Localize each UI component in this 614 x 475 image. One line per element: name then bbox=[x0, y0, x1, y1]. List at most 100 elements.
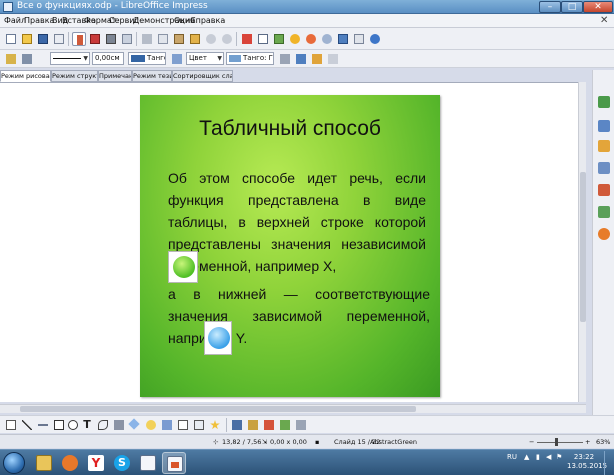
extrusion-icon[interactable] bbox=[294, 418, 308, 432]
export-pdf-icon[interactable] bbox=[88, 32, 102, 46]
zoom-slider-knob[interactable] bbox=[555, 438, 558, 446]
select-icon[interactable] bbox=[4, 418, 18, 432]
paste-icon[interactable] bbox=[172, 32, 186, 46]
menu-help[interactable]: Справка bbox=[190, 16, 225, 25]
new-document-icon[interactable] bbox=[4, 32, 18, 46]
zoom-icon[interactable] bbox=[320, 32, 334, 46]
clone-formatting-icon[interactable] bbox=[188, 32, 202, 46]
line-properties-icon[interactable] bbox=[4, 52, 18, 66]
show-desktop-button[interactable] bbox=[604, 451, 614, 475]
language-indicator[interactable]: RU bbox=[507, 453, 517, 461]
skype-taskbar-icon[interactable]: S bbox=[110, 452, 134, 474]
line-style-select[interactable]: ▼ bbox=[50, 52, 90, 65]
menu-file[interactable]: Файл bbox=[4, 16, 26, 25]
menu-edit[interactable]: Правка bbox=[24, 16, 54, 25]
edit-mode-icon[interactable] bbox=[72, 32, 86, 46]
help-icon[interactable] bbox=[368, 32, 382, 46]
flowchart-icon[interactable] bbox=[176, 418, 190, 432]
yandex-browser-taskbar-icon[interactable]: Y bbox=[84, 452, 108, 474]
spellcheck-icon[interactable] bbox=[120, 32, 134, 46]
basic-shapes-icon[interactable] bbox=[128, 418, 142, 432]
area-style-select[interactable]: Цвет ▼ bbox=[186, 52, 224, 65]
symbol-shapes-icon[interactable] bbox=[144, 418, 158, 432]
from-file-icon[interactable] bbox=[278, 418, 292, 432]
flag-icon[interactable]: ⚑ bbox=[556, 453, 562, 461]
arrow-style-icon[interactable] bbox=[20, 52, 34, 66]
redo-icon[interactable] bbox=[220, 32, 234, 46]
horizontal-scroll-thumb[interactable] bbox=[20, 406, 416, 412]
system-clock[interactable]: 23:22 13.05.2015 bbox=[567, 453, 607, 471]
green-emoticon-image[interactable] bbox=[168, 251, 198, 283]
copy-icon[interactable] bbox=[156, 32, 170, 46]
start-button[interactable] bbox=[3, 452, 25, 474]
image-icon[interactable] bbox=[272, 32, 286, 46]
volume-icon[interactable]: ◀ bbox=[546, 453, 551, 461]
block-arrows-icon[interactable] bbox=[160, 418, 174, 432]
minimize-button[interactable]: – bbox=[539, 1, 561, 13]
points-icon[interactable] bbox=[230, 418, 244, 432]
curve-icon[interactable] bbox=[96, 418, 110, 432]
media-player-taskbar-icon[interactable] bbox=[58, 452, 82, 474]
ellipse-icon[interactable] bbox=[66, 418, 80, 432]
cut-icon[interactable] bbox=[140, 32, 154, 46]
align-icon[interactable] bbox=[294, 52, 308, 66]
master-slides-icon[interactable] bbox=[598, 120, 610, 132]
rectangle-icon[interactable] bbox=[52, 418, 66, 432]
impress-taskbar-icon[interactable] bbox=[162, 452, 186, 474]
blue-emoticon-image[interactable] bbox=[204, 321, 232, 355]
navigator-sidebar-icon[interactable] bbox=[598, 228, 610, 240]
chart-icon[interactable] bbox=[240, 32, 254, 46]
fontwork-icon[interactable] bbox=[262, 418, 276, 432]
explorer-taskbar-icon[interactable] bbox=[32, 452, 56, 474]
save-icon[interactable] bbox=[36, 32, 50, 46]
line-tool-icon[interactable] bbox=[20, 418, 34, 432]
slide-paragraph-1[interactable]: Об этом способе идет речь, если функция … bbox=[168, 167, 426, 277]
line-width-field[interactable]: 0,00см bbox=[92, 52, 124, 65]
zoom-level[interactable]: 63% bbox=[596, 438, 610, 446]
callouts-icon[interactable] bbox=[192, 418, 206, 432]
tab-notes[interactable]: Примечания bbox=[98, 70, 132, 82]
properties-icon[interactable] bbox=[598, 96, 610, 108]
maximize-button[interactable]: □ bbox=[561, 1, 583, 13]
tab-normal[interactable]: Режим рисования bbox=[0, 70, 51, 82]
close-document-icon[interactable]: ✕ bbox=[600, 15, 608, 26]
custom-animation-icon[interactable] bbox=[598, 140, 610, 152]
area-icon[interactable] bbox=[170, 52, 184, 66]
styles-icon[interactable] bbox=[598, 184, 610, 196]
tab-handout[interactable]: Режим тезисов bbox=[132, 70, 172, 82]
tab-outline[interactable]: Режим структуры bbox=[51, 70, 98, 82]
glue-points-icon[interactable] bbox=[246, 418, 260, 432]
email-icon[interactable] bbox=[52, 32, 66, 46]
vertical-scroll-thumb[interactable] bbox=[580, 172, 586, 322]
open-icon[interactable] bbox=[20, 32, 34, 46]
tray-expand-icon[interactable]: ▲ bbox=[524, 453, 529, 461]
line-color-select[interactable]: Тангол bbox=[128, 52, 166, 65]
tab-slide-sorter[interactable]: Сортировщик слайдов bbox=[172, 70, 233, 82]
stars-icon[interactable] bbox=[208, 418, 222, 432]
area-color-select[interactable]: Танго: Гол bbox=[226, 52, 274, 65]
vertical-scrollbar[interactable] bbox=[578, 82, 586, 402]
network-icon[interactable]: ▮ bbox=[536, 453, 540, 461]
document-taskbar-icon[interactable] bbox=[136, 452, 160, 474]
slide-canvas[interactable]: Табличный способ Об этом способе идет ре… bbox=[140, 95, 440, 397]
layout-icon[interactable] bbox=[352, 32, 366, 46]
navigator-icon[interactable] bbox=[288, 32, 302, 46]
horizontal-scrollbar[interactable] bbox=[0, 404, 586, 413]
position-icon[interactable] bbox=[326, 52, 340, 66]
zoom-out-icon[interactable]: − bbox=[529, 438, 534, 446]
print-icon[interactable] bbox=[104, 32, 118, 46]
zoom-in-icon[interactable]: + bbox=[585, 438, 590, 446]
slide-transition-icon[interactable] bbox=[598, 162, 610, 174]
table-icon[interactable] bbox=[256, 32, 270, 46]
close-button[interactable]: ✕ bbox=[583, 1, 613, 13]
slide-title[interactable]: Табличный способ bbox=[140, 117, 440, 141]
zoom-slider[interactable] bbox=[537, 442, 583, 443]
connector-icon[interactable] bbox=[112, 418, 126, 432]
text-tool-icon[interactable]: T bbox=[80, 418, 94, 432]
arrow-line-icon[interactable] bbox=[36, 418, 50, 432]
slide-icon[interactable] bbox=[336, 32, 350, 46]
gallery-icon[interactable] bbox=[304, 32, 318, 46]
gallery-sidebar-icon[interactable] bbox=[598, 206, 610, 218]
shadow-icon[interactable] bbox=[278, 52, 292, 66]
undo-icon[interactable] bbox=[204, 32, 218, 46]
